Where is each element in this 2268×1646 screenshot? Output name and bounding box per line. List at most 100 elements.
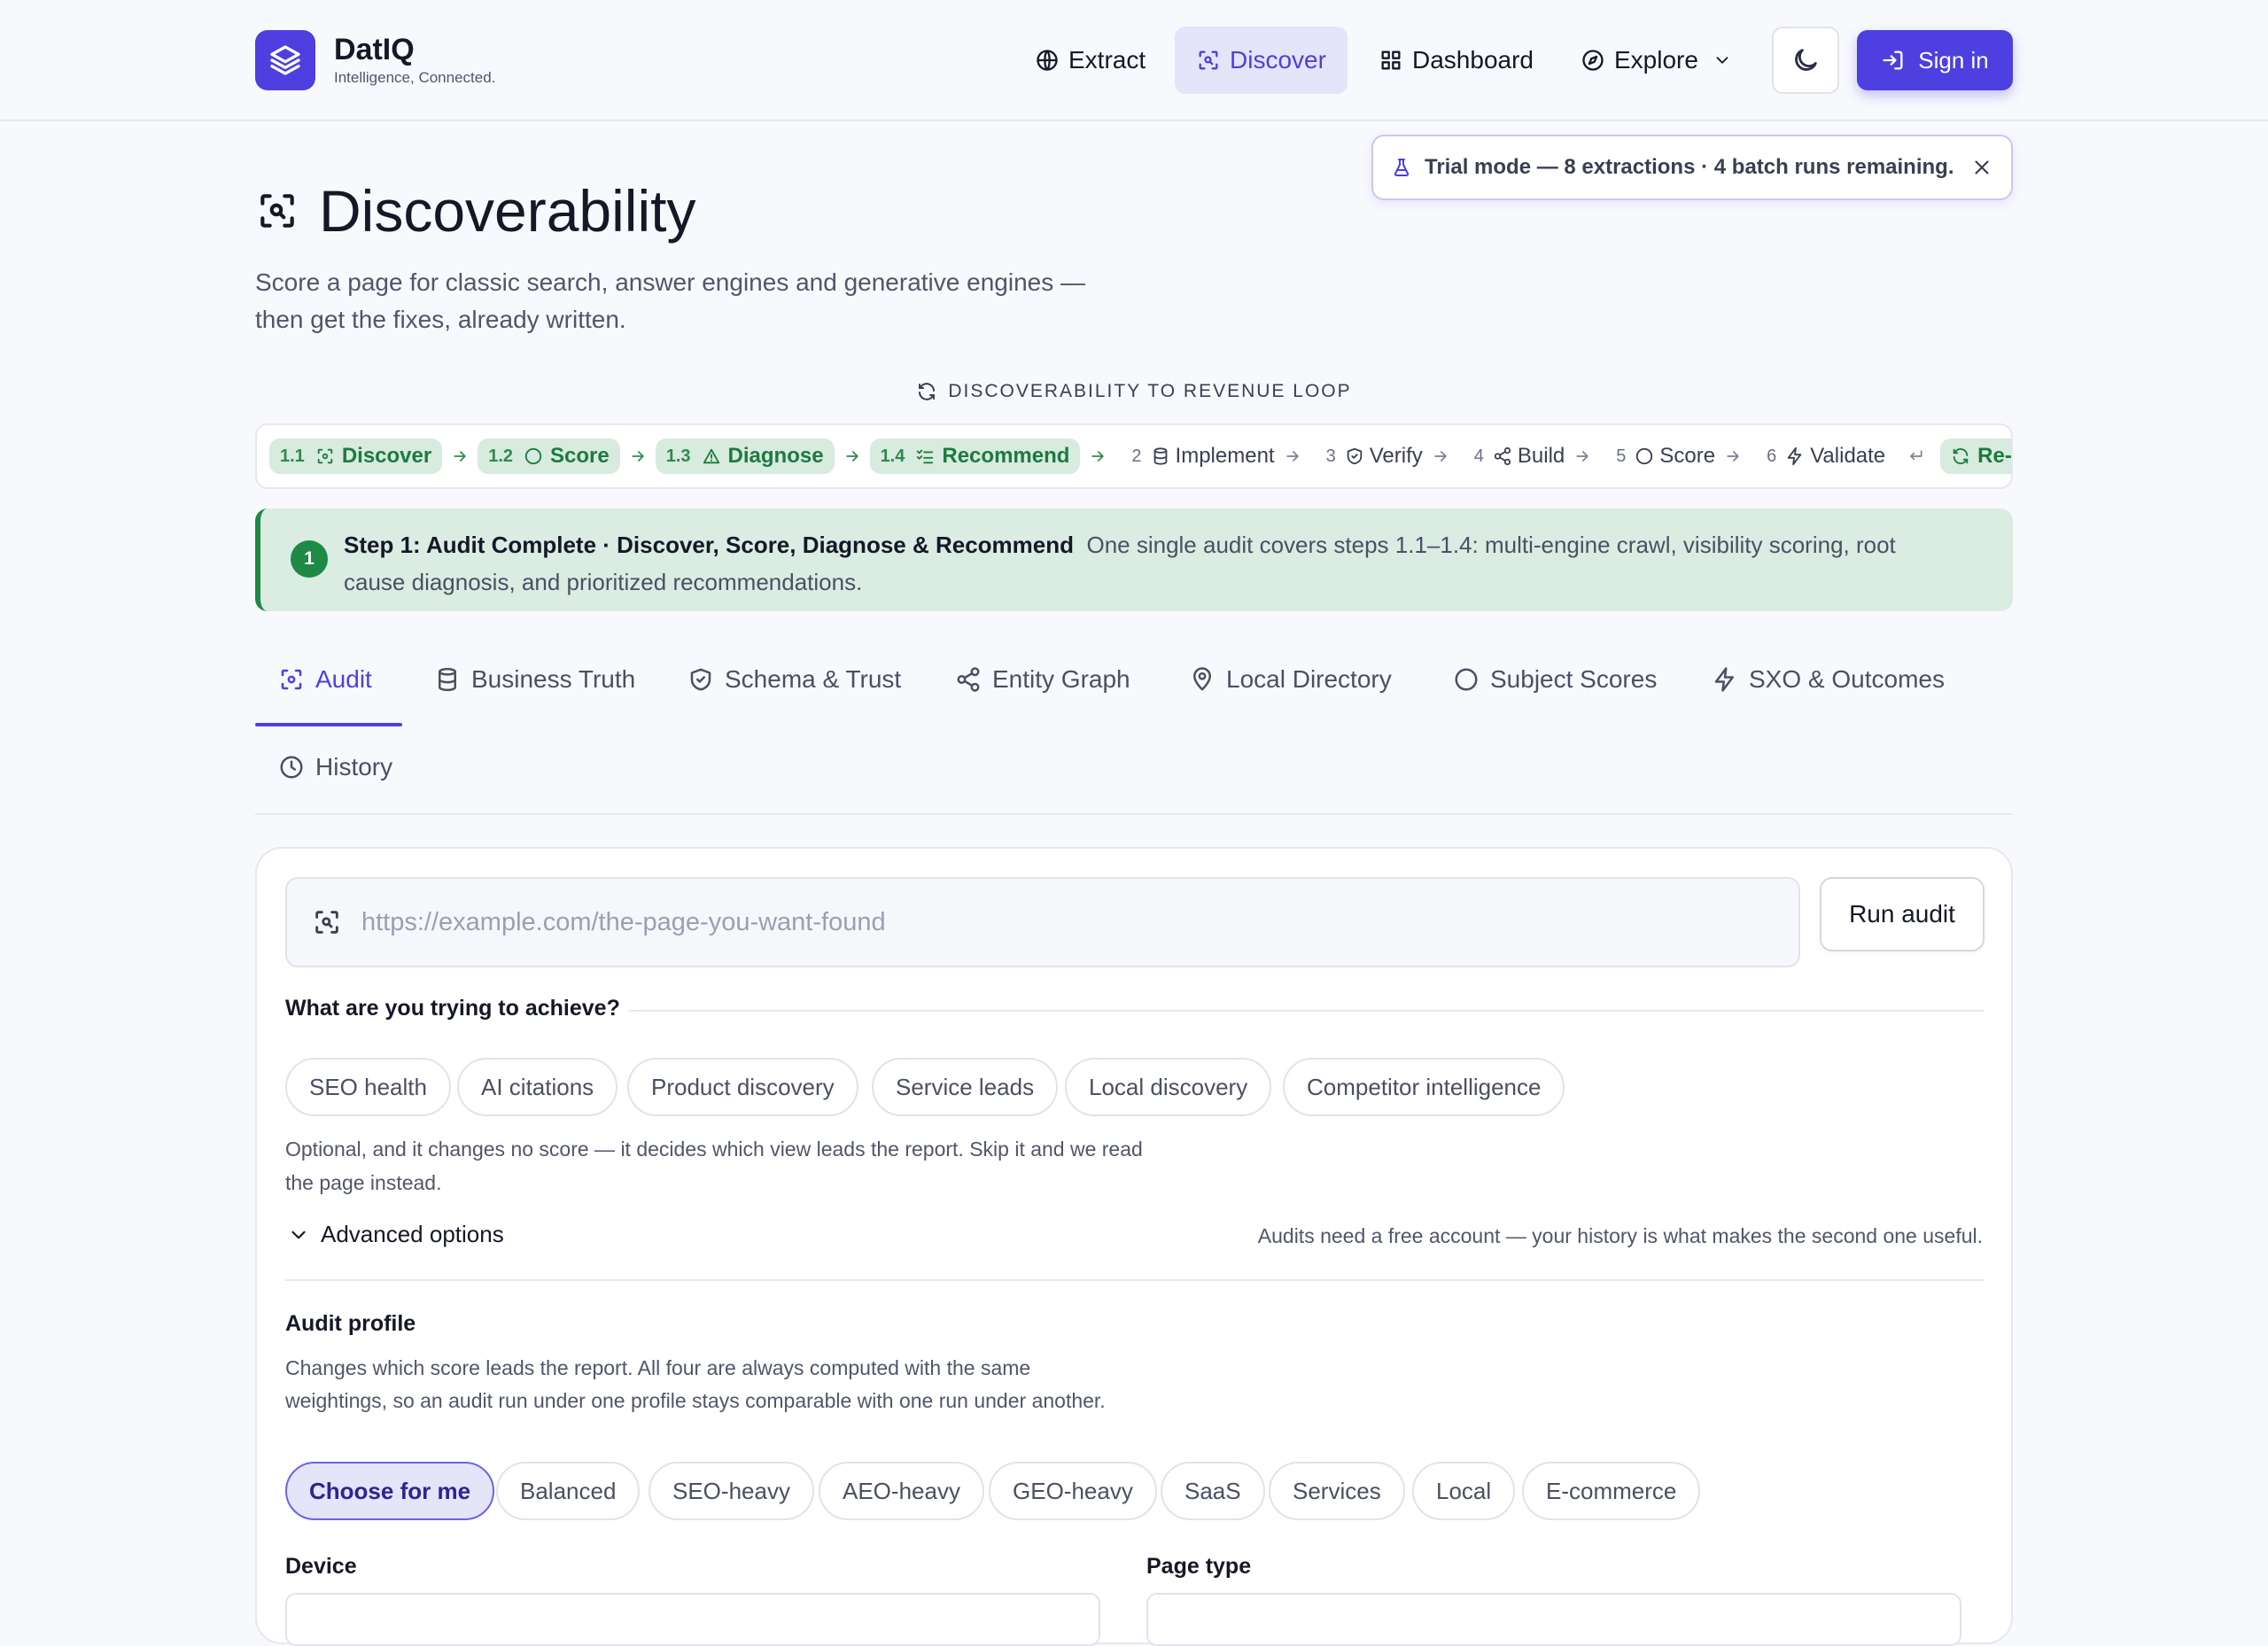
tab-entity-graph[interactable]: Entity Graph bbox=[955, 653, 1130, 706]
goal-chip-seo-health[interactable]: SEO health bbox=[285, 1058, 451, 1116]
scan-icon bbox=[255, 189, 299, 233]
audit-profile-description: Changes which score leads the report. Al… bbox=[285, 1356, 1106, 1412]
arrow-right-icon bbox=[1089, 447, 1107, 465]
loop-step-num: 2 bbox=[1131, 446, 1142, 466]
profile-chip-choose-for-me[interactable]: Choose for me bbox=[285, 1462, 495, 1520]
circle-icon bbox=[1635, 446, 1654, 466]
globe-icon bbox=[1035, 48, 1060, 73]
compass-icon bbox=[1581, 48, 1605, 73]
zap-icon bbox=[1712, 666, 1738, 693]
scan-icon bbox=[312, 907, 342, 937]
tab-label: Local Directory bbox=[1226, 665, 1392, 693]
device-select[interactable] bbox=[285, 1593, 1100, 1646]
tab-schema-trust[interactable]: Schema & Trust bbox=[687, 653, 901, 706]
profile-chip-ecommerce[interactable]: E-commerce bbox=[1522, 1462, 1701, 1520]
goal-hint: Optional, and it changes no score — it d… bbox=[285, 1137, 1143, 1194]
tab-business-truth[interactable]: Business Truth bbox=[434, 653, 635, 706]
loop-step-label: Implement bbox=[1175, 444, 1275, 468]
advanced-options-toggle[interactable]: Advanced options bbox=[287, 1221, 504, 1248]
login-icon bbox=[1881, 48, 1906, 73]
loop-step-label: Verify bbox=[1369, 444, 1423, 468]
tab-subject-scores[interactable]: Subject Scores bbox=[1453, 653, 1657, 706]
trial-text: Trial mode — 8 extractions · 4 batch run… bbox=[1425, 155, 1954, 179]
logo-icon[interactable] bbox=[255, 30, 315, 90]
profile-chip-aeo-heavy[interactable]: AEO-heavy bbox=[819, 1462, 984, 1520]
circle-icon bbox=[1453, 666, 1480, 693]
page-type-label: Page type bbox=[1146, 1554, 1252, 1579]
nav-dashboard[interactable]: Dashboard bbox=[1357, 27, 1555, 94]
nav-explore[interactable]: Explore bbox=[1559, 27, 1753, 94]
loop-step-verify[interactable]: 3 Verify bbox=[1326, 444, 1449, 469]
tab-sxo-outcomes[interactable]: SXO & Outcomes bbox=[1712, 653, 1945, 706]
goal-chip-local-discovery[interactable]: Local discovery bbox=[1065, 1058, 1272, 1116]
warning-icon bbox=[702, 446, 721, 466]
goal-chip-service-leads[interactable]: Service leads bbox=[872, 1058, 1059, 1116]
loop-step-validate[interactable]: 6 Validate bbox=[1767, 444, 1924, 469]
profile-chip-geo-heavy[interactable]: GEO-heavy bbox=[989, 1462, 1157, 1520]
loop-step-num: 1.3 bbox=[665, 446, 691, 466]
loop-step-score[interactable]: 1.2 Score bbox=[478, 439, 647, 474]
step-number-badge: 1 bbox=[291, 540, 328, 578]
loop-step-label: Diagnose bbox=[727, 444, 824, 468]
sign-in-button[interactable]: Sign in bbox=[1857, 30, 2013, 90]
goal-chip-competitor-intelligence[interactable]: Competitor intelligence bbox=[1283, 1058, 1565, 1116]
theme-toggle-button[interactable] bbox=[1772, 27, 1839, 94]
tab-audit[interactable]: Audit bbox=[278, 653, 372, 706]
loop-step-diagnose[interactable]: 1.3 Diagnose bbox=[655, 439, 861, 474]
tab-label: SXO & Outcomes bbox=[1749, 665, 1945, 693]
flask-icon bbox=[1391, 155, 1412, 180]
scan-icon bbox=[315, 446, 335, 466]
loop-title-text: DISCOVERABILITY TO REVENUE LOOP bbox=[948, 381, 1352, 401]
goal-label: What are you trying to achieve? bbox=[285, 996, 629, 1021]
clock-icon bbox=[278, 754, 305, 780]
loop-step-score-2[interactable]: 5 Score bbox=[1616, 444, 1742, 469]
profile-chip-saas[interactable]: SaaS bbox=[1161, 1462, 1265, 1520]
loop-step-num: 1.2 bbox=[488, 446, 514, 466]
profile-chip-services[interactable]: Services bbox=[1269, 1462, 1405, 1520]
trial-notice: Trial mode — 8 extractions · 4 batch run… bbox=[1371, 135, 2013, 200]
nav-discover[interactable]: Discover bbox=[1175, 27, 1348, 94]
tab-label: Schema & Trust bbox=[725, 665, 902, 693]
loop-step-pill: 1.4 Recommend bbox=[869, 439, 1081, 474]
top-header: DatIQ Intelligence, Connected. Extract D… bbox=[0, 0, 2268, 121]
step-banner-title: Step 1: Audit Complete · Discover, Score… bbox=[344, 532, 1075, 558]
loop-step-recommend[interactable]: 1.4 Recommend bbox=[869, 439, 1107, 474]
refresh-icon bbox=[916, 381, 937, 402]
url-input[interactable] bbox=[361, 907, 1690, 937]
goal-chip-ai-citations[interactable]: AI citations bbox=[457, 1058, 618, 1116]
loop-stepper: 1.1 Discover 1.2 Score 1.3 Diagnose 1.4 … bbox=[255, 423, 2013, 489]
loop-step-pill: Re-audit bbox=[1940, 439, 2011, 474]
scan-icon bbox=[278, 666, 305, 693]
page-title: Discoverability bbox=[255, 177, 695, 245]
profile-chip-local[interactable]: Local bbox=[1412, 1462, 1516, 1520]
loop-step-implement[interactable]: 2 Implement bbox=[1131, 444, 1301, 469]
database-icon bbox=[1151, 446, 1170, 466]
tab-label: History bbox=[315, 753, 393, 780]
tab-label: Audit bbox=[315, 665, 372, 693]
nav-extract[interactable]: Extract bbox=[1014, 27, 1167, 94]
arrow-right-icon bbox=[1724, 447, 1742, 465]
tab-label: Subject Scores bbox=[1490, 665, 1658, 693]
refresh-icon bbox=[1951, 446, 1970, 466]
circle-icon bbox=[524, 446, 543, 466]
brand-name[interactable]: DatIQ bbox=[334, 33, 415, 67]
loop-step-discover[interactable]: 1.1 Discover bbox=[269, 439, 469, 474]
close-icon[interactable] bbox=[1970, 156, 1993, 179]
nav-extract-label: Extract bbox=[1068, 46, 1146, 74]
loop-step-pill: 1.3 Diagnose bbox=[655, 439, 835, 474]
loop-step-build[interactable]: 4 Build bbox=[1474, 444, 1592, 469]
tab-local-directory[interactable]: Local Directory bbox=[1189, 653, 1392, 706]
run-audit-button[interactable]: Run audit bbox=[1820, 877, 1984, 951]
scan-icon bbox=[1196, 48, 1221, 73]
page-type-select[interactable] bbox=[1146, 1593, 1961, 1646]
shield-check-icon bbox=[687, 666, 714, 693]
profile-chip-seo-heavy[interactable]: SEO-heavy bbox=[649, 1462, 814, 1520]
loop-step-reaudit[interactable]: Re-audit bbox=[1940, 439, 2011, 474]
url-input-wrapper[interactable] bbox=[285, 877, 1800, 967]
loop-step-label: Recommend bbox=[942, 444, 1070, 468]
profile-chip-balanced[interactable]: Balanced bbox=[496, 1462, 641, 1520]
goal-chip-product-discovery[interactable]: Product discovery bbox=[627, 1058, 858, 1116]
tab-history[interactable]: History bbox=[278, 741, 392, 794]
account-note: Audits need a free account — your histor… bbox=[1257, 1224, 1983, 1247]
audit-card: Run audit What are you trying to achieve… bbox=[255, 847, 2013, 1646]
